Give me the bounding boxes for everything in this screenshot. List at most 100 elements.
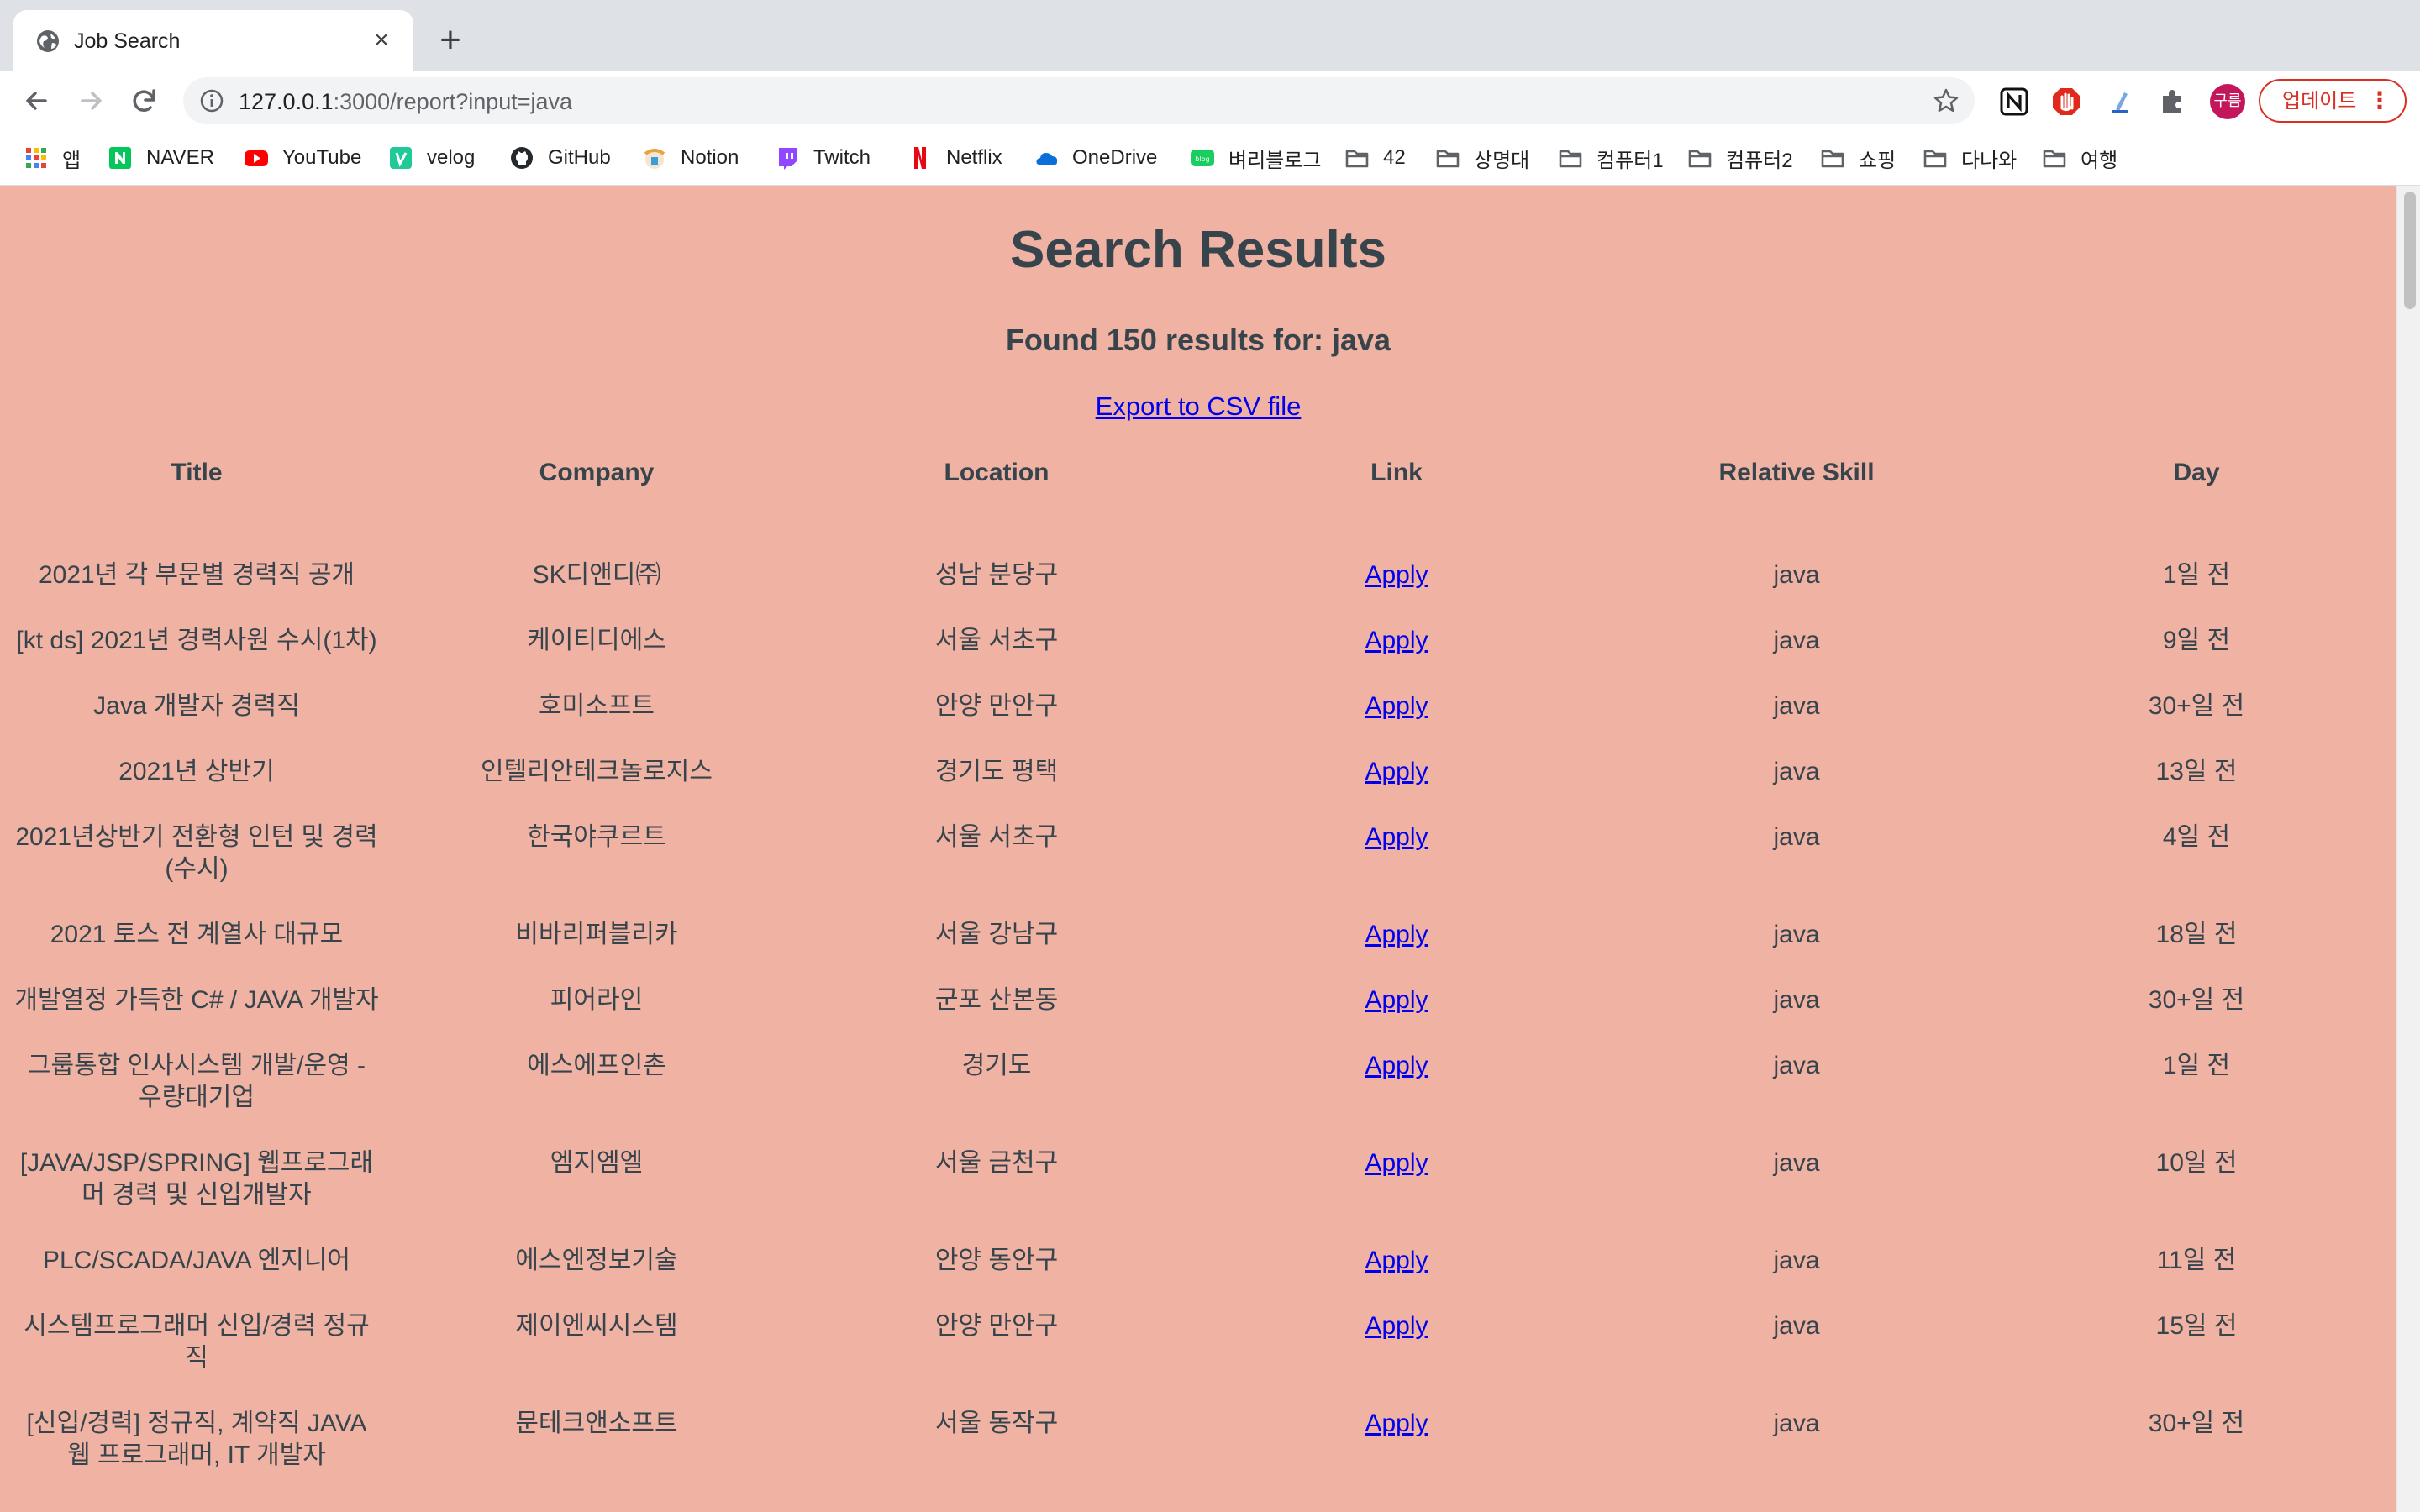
company-cell: 피어라인 bbox=[550, 986, 644, 1014]
apply-link[interactable]: Apply bbox=[1197, 559, 1597, 591]
url-host: 127.0.0.1 bbox=[239, 89, 334, 114]
back-icon[interactable] bbox=[18, 82, 55, 119]
day-header: Day bbox=[2173, 459, 2220, 486]
job-title-cell: PLC/SCADA/JAVA 엔지니어 bbox=[42, 1247, 351, 1274]
posted-day-cell: 1일 전 bbox=[2162, 561, 2231, 589]
bookmark-4[interactable]: velog bbox=[388, 143, 475, 173]
results-summary: Found 150 results for: java bbox=[1005, 323, 1392, 357]
skill-cell: java bbox=[1773, 1247, 1820, 1274]
notion-extension-icon[interactable] bbox=[1998, 86, 2030, 118]
folder-icon bbox=[1436, 150, 1460, 168]
bookmark-17[interactable]: 여행 bbox=[2042, 143, 2118, 173]
bookmark-6[interactable]: Notion bbox=[642, 143, 739, 173]
scrollbar-thumb[interactable] bbox=[2404, 192, 2416, 309]
export-csv-link[interactable]: Export to CSV file bbox=[1096, 391, 1302, 421]
skill-cell: java bbox=[1773, 627, 1820, 654]
bookmark-2[interactable]: NAVER bbox=[108, 143, 214, 173]
apply-link[interactable]: Apply bbox=[1197, 1310, 1597, 1342]
profile-avatar[interactable]: 구름 bbox=[2210, 84, 2245, 119]
new-tab-icon[interactable]: + bbox=[434, 22, 467, 59]
bookmark-1[interactable]: 앱 bbox=[24, 143, 81, 173]
apply-link[interactable]: Apply bbox=[1197, 1147, 1597, 1179]
bookmark-12[interactable]: 상명대 bbox=[1435, 143, 1529, 173]
toolbar: 127.0.0.1:3000/report?input=java 구름 업데이트… bbox=[0, 71, 2420, 131]
folder-icon bbox=[1559, 150, 1582, 168]
bookmark-3[interactable]: YouTube bbox=[244, 143, 361, 173]
close-icon[interactable]: × bbox=[368, 27, 395, 54]
info-icon[interactable] bbox=[198, 87, 225, 114]
bookmark-label: NAVER bbox=[146, 146, 214, 169]
company-cell: 비바리퍼블리카 bbox=[515, 921, 678, 948]
bookmark-5[interactable]: GitHub bbox=[509, 143, 611, 173]
company-cell: 문테크앤소프트 bbox=[515, 1410, 678, 1437]
netflix-icon bbox=[914, 147, 926, 169]
update-button[interactable]: 업데이트 ⋮ bbox=[2259, 79, 2407, 123]
folder-icon bbox=[2043, 150, 2066, 168]
folder-icon bbox=[1821, 150, 1844, 168]
company-cell: 엠지엠엘 bbox=[550, 1149, 644, 1177]
posted-day-cell: 30+일 전 bbox=[2148, 692, 2245, 720]
posted-day-cell: 18일 전 bbox=[2155, 921, 2238, 948]
job-title-cell: 개발열정 가득한 C# / JAVA 개발자 bbox=[14, 986, 379, 1014]
job-title-line: 웹 프로그래머, IT 개발자 bbox=[67, 1441, 326, 1469]
forward-icon[interactable] bbox=[72, 82, 109, 119]
location-cell: 서울 동작구 bbox=[934, 1410, 1059, 1437]
location-cell: 서울 금천구 bbox=[934, 1149, 1059, 1177]
bookmark-15[interactable]: 쇼핑 bbox=[1820, 143, 1896, 173]
bookmark-14[interactable]: 컴퓨터2 bbox=[1687, 143, 1793, 173]
apply-link[interactable]: Apply bbox=[1197, 1050, 1597, 1082]
apply-link[interactable]: Apply bbox=[1197, 919, 1597, 951]
job-title-line: 직 bbox=[185, 1344, 208, 1372]
vertical-scrollbar[interactable] bbox=[2396, 186, 2420, 1512]
pen-extension-icon[interactable] bbox=[2104, 86, 2136, 118]
company-cell: 에스에프인촌 bbox=[527, 1052, 666, 1079]
location-header: Location bbox=[944, 459, 1050, 486]
job-title-cell: Java 개발자 경력직 bbox=[93, 692, 300, 720]
location-cell: 경기도 bbox=[961, 1052, 1032, 1079]
bookmark-label: 컴퓨터1 bbox=[1597, 149, 1664, 172]
job-title-cell: 2021년상반기 전환형 인턴 및 경력 (수시) bbox=[0, 822, 397, 885]
company-header: Company bbox=[539, 459, 655, 486]
address-bar[interactable]: 127.0.0.1:3000/report?input=java bbox=[183, 77, 1975, 124]
job-title-line: [JAVA/JSP/SPRING] 웹프로그래 bbox=[19, 1149, 374, 1177]
bookmark-label: Netflix bbox=[946, 146, 1002, 169]
location-cell: 안양 동안구 bbox=[934, 1247, 1059, 1274]
apply-link[interactable]: Apply bbox=[1197, 822, 1597, 853]
reload-icon[interactable] bbox=[126, 82, 163, 119]
bookmark-7[interactable]: Twitch bbox=[775, 143, 871, 173]
bookmark-label: GitHub bbox=[548, 146, 611, 169]
bookmark-13[interactable]: 컴퓨터1 bbox=[1558, 143, 1664, 173]
bookmark-10[interactable]: blog 벼리블로그 bbox=[1190, 143, 1321, 173]
skill-cell: java bbox=[1773, 823, 1820, 851]
bookmark-label: velog bbox=[427, 146, 476, 169]
apply-link[interactable]: Apply bbox=[1197, 756, 1597, 788]
folder-icon bbox=[1345, 150, 1369, 168]
job-title-line: 2021년상반기 전환형 인턴 및 경력 bbox=[15, 823, 378, 851]
job-title-cell: 그룹통합 인사시스템 개발/운영 - 우량대기업 bbox=[0, 1050, 397, 1114]
adblock-extension-icon[interactable] bbox=[2050, 86, 2082, 118]
menu-dots-icon[interactable]: ⋮ bbox=[2368, 81, 2391, 121]
bookmark-11[interactable]: 42 bbox=[1344, 143, 1406, 173]
title-header: Title bbox=[171, 459, 223, 486]
tab-job-search[interactable]: Job Search × bbox=[13, 10, 413, 71]
apply-link[interactable]: Apply bbox=[1197, 1408, 1597, 1440]
location-cell: 서울 서초구 bbox=[934, 823, 1059, 851]
bookmark-8[interactable]: Netflix bbox=[908, 143, 1002, 173]
apply-link[interactable]: Apply bbox=[1197, 1245, 1597, 1277]
bookmark-star-icon[interactable] bbox=[1931, 86, 1961, 116]
twitch-icon bbox=[779, 148, 797, 170]
apps-grid-icon bbox=[26, 148, 46, 168]
bookmark-16[interactable]: 다나와 bbox=[1923, 143, 2017, 173]
apply-link[interactable]: Apply bbox=[1197, 625, 1597, 657]
bookmark-label: 앱 bbox=[62, 149, 82, 172]
location-cell: 안양 만안구 bbox=[934, 692, 1059, 720]
update-label: 업데이트 bbox=[2282, 89, 2357, 113]
apply-link[interactable]: Apply bbox=[1197, 690, 1597, 722]
puzzle-extensions-icon[interactable] bbox=[2156, 86, 2188, 118]
url-text[interactable]: 127.0.0.1:3000/report?input=java bbox=[239, 88, 572, 115]
job-title-line: 그룹통합 인사시스템 개발/운영 - bbox=[27, 1052, 366, 1079]
bookmark-label: 쇼핑 bbox=[1859, 149, 1897, 172]
skill-cell: java bbox=[1773, 1149, 1820, 1177]
bookmark-9[interactable]: OneDrive bbox=[1034, 143, 1157, 173]
apply-link[interactable]: Apply bbox=[1197, 984, 1597, 1016]
